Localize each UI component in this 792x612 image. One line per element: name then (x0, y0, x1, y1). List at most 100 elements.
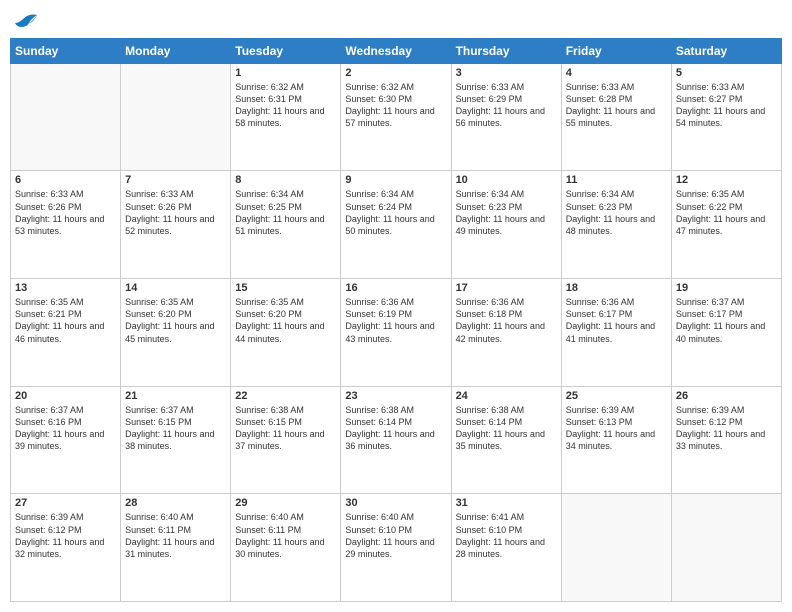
cell-text: Sunrise: 6:39 AM Sunset: 6:13 PM Dayligh… (566, 404, 667, 453)
day-number: 8 (235, 174, 336, 186)
day-number: 23 (345, 390, 446, 402)
day-number: 2 (345, 67, 446, 79)
day-number: 1 (235, 67, 336, 79)
logo (14, 10, 35, 30)
calendar-cell: 19 Sunrise: 6:37 AM Sunset: 6:17 PM Dayli… (671, 279, 781, 387)
calendar-cell: 14 Sunrise: 6:35 AM Sunset: 6:20 PM Dayli… (121, 279, 231, 387)
cell-text: Sunrise: 6:36 AM Sunset: 6:18 PM Dayligh… (456, 296, 557, 345)
day-number: 3 (456, 67, 557, 79)
day-number: 4 (566, 67, 667, 79)
day-number: 16 (345, 282, 446, 294)
cell-text: Sunrise: 6:34 AM Sunset: 6:23 PM Dayligh… (456, 188, 557, 237)
day-number: 31 (456, 497, 557, 509)
calendar-cell: 13Sunrise: 6:35 AM Sunset: 6:21 PM Dayli… (11, 279, 121, 387)
calendar-cell: 1 Sunrise: 6:32 AM Sunset: 6:31 PM Daylig… (231, 63, 341, 171)
cell-text: Sunrise: 6:38 AM Sunset: 6:15 PM Dayligh… (235, 404, 336, 453)
day-number: 10 (456, 174, 557, 186)
calendar-cell: 16 Sunrise: 6:36 AM Sunset: 6:19 PM Dayli… (341, 279, 451, 387)
calendar-cell (121, 63, 231, 171)
day-number: 13 (15, 282, 116, 294)
calendar-cell: 11 Sunrise: 6:34 AM Sunset: 6:23 PM Dayli… (561, 171, 671, 279)
cell-text: Sunrise: 6:39 AM Sunset: 6:12 PM Dayligh… (676, 404, 777, 453)
weekday-header: Tuesday (231, 38, 341, 63)
day-number: 12 (676, 174, 777, 186)
cell-text: Sunrise: 6:40 AM Sunset: 6:10 PM Dayligh… (345, 511, 446, 560)
weekday-header: Thursday (451, 38, 561, 63)
calendar-cell: 6Sunrise: 6:33 AM Sunset: 6:26 PM Daylig… (11, 171, 121, 279)
cell-text: Sunrise: 6:41 AM Sunset: 6:10 PM Dayligh… (456, 511, 557, 560)
cell-text: Sunrise: 6:34 AM Sunset: 6:24 PM Dayligh… (345, 188, 446, 237)
day-number: 17 (456, 282, 557, 294)
weekday-header: Sunday (11, 38, 121, 63)
calendar-cell: 10 Sunrise: 6:34 AM Sunset: 6:23 PM Dayli… (451, 171, 561, 279)
cell-text: Sunrise: 6:32 AM Sunset: 6:30 PM Dayligh… (345, 81, 446, 130)
logo-bird-icon (15, 11, 37, 29)
calendar-cell: 4 Sunrise: 6:33 AM Sunset: 6:28 PM Daylig… (561, 63, 671, 171)
day-number: 5 (676, 67, 777, 79)
calendar-cell: 15 Sunrise: 6:35 AM Sunset: 6:20 PM Dayli… (231, 279, 341, 387)
cell-text: Sunrise: 6:34 AM Sunset: 6:23 PM Dayligh… (566, 188, 667, 237)
cell-text: Sunrise: 6:37 AM Sunset: 6:16 PM Dayligh… (15, 404, 116, 453)
day-number: 20 (15, 390, 116, 402)
day-number: 9 (345, 174, 446, 186)
weekday-header: Saturday (671, 38, 781, 63)
calendar-table: SundayMondayTuesdayWednesdayThursdayFrid… (10, 38, 782, 602)
calendar-cell: 3 Sunrise: 6:33 AM Sunset: 6:29 PM Daylig… (451, 63, 561, 171)
calendar-cell: 2 Sunrise: 6:32 AM Sunset: 6:30 PM Daylig… (341, 63, 451, 171)
cell-text: Sunrise: 6:39 AM Sunset: 6:12 PM Dayligh… (15, 511, 116, 560)
cell-text: Sunrise: 6:33 AM Sunset: 6:26 PM Dayligh… (15, 188, 116, 237)
calendar-cell (11, 63, 121, 171)
calendar-cell: 5 Sunrise: 6:33 AM Sunset: 6:27 PM Daylig… (671, 63, 781, 171)
day-number: 28 (125, 497, 226, 509)
calendar-cell: 8 Sunrise: 6:34 AM Sunset: 6:25 PM Daylig… (231, 171, 341, 279)
day-number: 7 (125, 174, 226, 186)
cell-text: Sunrise: 6:33 AM Sunset: 6:27 PM Dayligh… (676, 81, 777, 130)
calendar-cell: 12 Sunrise: 6:35 AM Sunset: 6:22 PM Dayli… (671, 171, 781, 279)
cell-text: Sunrise: 6:37 AM Sunset: 6:15 PM Dayligh… (125, 404, 226, 453)
cell-text: Sunrise: 6:37 AM Sunset: 6:17 PM Dayligh… (676, 296, 777, 345)
calendar-cell: 17 Sunrise: 6:36 AM Sunset: 6:18 PM Dayli… (451, 279, 561, 387)
calendar-cell: 7 Sunrise: 6:33 AM Sunset: 6:26 PM Daylig… (121, 171, 231, 279)
calendar-cell: 25Sunrise: 6:39 AM Sunset: 6:13 PM Dayli… (561, 386, 671, 494)
day-number: 30 (345, 497, 446, 509)
logo-text (14, 10, 37, 30)
cell-text: Sunrise: 6:32 AM Sunset: 6:31 PM Dayligh… (235, 81, 336, 130)
cell-text: Sunrise: 6:38 AM Sunset: 6:14 PM Dayligh… (456, 404, 557, 453)
calendar-cell: 22 Sunrise: 6:38 AM Sunset: 6:15 PM Dayli… (231, 386, 341, 494)
cell-text: Sunrise: 6:36 AM Sunset: 6:17 PM Dayligh… (566, 296, 667, 345)
cell-text: Sunrise: 6:33 AM Sunset: 6:29 PM Dayligh… (456, 81, 557, 130)
cell-text: Sunrise: 6:35 AM Sunset: 6:20 PM Dayligh… (125, 296, 226, 345)
calendar-cell: 21 Sunrise: 6:37 AM Sunset: 6:15 PM Dayli… (121, 386, 231, 494)
day-number: 15 (235, 282, 336, 294)
calendar-cell: 28 Sunrise: 6:40 AM Sunset: 6:11 PM Dayli… (121, 494, 231, 602)
header (10, 10, 782, 30)
cell-text: Sunrise: 6:33 AM Sunset: 6:28 PM Dayligh… (566, 81, 667, 130)
day-number: 21 (125, 390, 226, 402)
calendar-cell: 31 Sunrise: 6:41 AM Sunset: 6:10 PM Dayli… (451, 494, 561, 602)
day-number: 22 (235, 390, 336, 402)
weekday-header: Monday (121, 38, 231, 63)
day-number: 14 (125, 282, 226, 294)
cell-text: Sunrise: 6:34 AM Sunset: 6:25 PM Dayligh… (235, 188, 336, 237)
weekday-header: Friday (561, 38, 671, 63)
calendar-cell (561, 494, 671, 602)
cell-text: Sunrise: 6:38 AM Sunset: 6:14 PM Dayligh… (345, 404, 446, 453)
cell-text: Sunrise: 6:40 AM Sunset: 6:11 PM Dayligh… (125, 511, 226, 560)
calendar-cell: 20 Sunrise: 6:37 AM Sunset: 6:16 PM Dayli… (11, 386, 121, 494)
cell-text: Sunrise: 6:36 AM Sunset: 6:19 PM Dayligh… (345, 296, 446, 345)
day-number: 26 (676, 390, 777, 402)
day-number: 29 (235, 497, 336, 509)
cell-text: Sunrise: 6:40 AM Sunset: 6:11 PM Dayligh… (235, 511, 336, 560)
calendar-cell (671, 494, 781, 602)
calendar-cell: 26 Sunrise: 6:39 AM Sunset: 6:12 PM Dayli… (671, 386, 781, 494)
cell-text: Sunrise: 6:33 AM Sunset: 6:26 PM Dayligh… (125, 188, 226, 237)
cell-text: Sunrise: 6:35 AM Sunset: 6:20 PM Dayligh… (235, 296, 336, 345)
calendar-cell: 30 Sunrise: 6:40 AM Sunset: 6:10 PM Dayli… (341, 494, 451, 602)
page: SundayMondayTuesdayWednesdayThursdayFrid… (0, 0, 792, 612)
cell-text: Sunrise: 6:35 AM Sunset: 6:22 PM Dayligh… (676, 188, 777, 237)
day-number: 11 (566, 174, 667, 186)
weekday-header: Wednesday (341, 38, 451, 63)
calendar-cell: 24Sunrise: 6:38 AM Sunset: 6:14 PM Dayli… (451, 386, 561, 494)
day-number: 27 (15, 497, 116, 509)
day-number: 19 (676, 282, 777, 294)
